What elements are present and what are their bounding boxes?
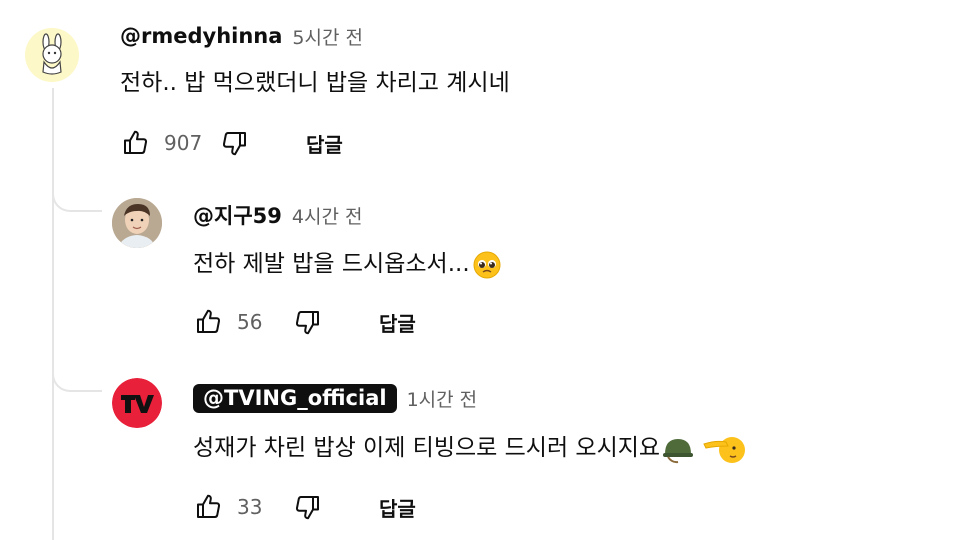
pleading-face-emoji-icon	[473, 251, 501, 278]
comment-text-content: 전하 제발 밥을 드시옵소서...	[193, 251, 470, 277]
thumbs-down-icon	[295, 496, 319, 520]
like-button[interactable]	[120, 128, 150, 158]
comment-actions: 56 답글	[193, 302, 416, 342]
comment-text-content: 성재가 차린 밥상 이제 티빙으로 드시러 오시지요	[193, 435, 661, 461]
reply-button[interactable]: 답글	[379, 493, 416, 522]
dislike-button[interactable]	[220, 128, 250, 158]
comment-author-channel-owner[interactable]: @TVING_official	[193, 383, 397, 413]
comment-header: @TVING_official 1시간 전	[193, 381, 477, 415]
comment-timestamp[interactable]: 4시간 전	[292, 202, 363, 229]
comment-author[interactable]: @rmedyhinna	[120, 24, 282, 48]
thumbs-up-icon	[197, 494, 221, 518]
avatar[interactable]	[112, 378, 162, 428]
tving-logo-avatar-icon	[112, 378, 162, 428]
thread-line	[52, 88, 54, 540]
reply-button[interactable]: 답글	[379, 308, 416, 337]
avatar[interactable]	[25, 28, 79, 82]
like-count: 33	[237, 495, 263, 519]
comment-header: @지구59 4시간 전	[193, 198, 362, 232]
like-count: 907	[164, 131, 203, 155]
comment-actions: 907 답글	[120, 123, 343, 163]
comment-author[interactable]: @지구59	[193, 200, 282, 230]
comment-header: @rmedyhinna 5시간 전	[120, 19, 363, 53]
military-helmet-emoji-icon	[663, 438, 694, 463]
comment-actions: 33 답글	[193, 487, 416, 527]
reply-button[interactable]: 답글	[306, 129, 343, 158]
thumbs-up-icon	[124, 130, 148, 154]
comment-text: 전하 제발 밥을 드시옵소서...	[193, 247, 502, 281]
avatar[interactable]	[112, 198, 162, 248]
comment-timestamp[interactable]: 5시간 전	[292, 23, 363, 50]
comment-timestamp[interactable]: 1시간 전	[407, 385, 478, 412]
saluting-face-emoji-icon	[703, 436, 746, 463]
thumbs-down-icon	[295, 311, 319, 335]
cartoon-rabbit-avatar-icon	[25, 28, 79, 82]
dislike-button[interactable]	[293, 492, 323, 522]
like-count: 56	[237, 310, 263, 334]
comment-text: 전하.. 밥 먹으랬더니 밥을 차리고 계시네	[120, 70, 510, 96]
dislike-button[interactable]	[293, 307, 323, 337]
person-photo-avatar-icon	[112, 198, 162, 248]
reply-connector	[52, 182, 102, 212]
like-button[interactable]	[193, 307, 223, 337]
like-button[interactable]	[193, 492, 223, 522]
thumbs-down-icon	[222, 132, 246, 156]
comment-text: 성재가 차린 밥상 이제 티빙으로 드시러 오시지요	[193, 431, 746, 465]
reply-connector	[52, 362, 102, 392]
thumbs-up-icon	[197, 309, 221, 333]
